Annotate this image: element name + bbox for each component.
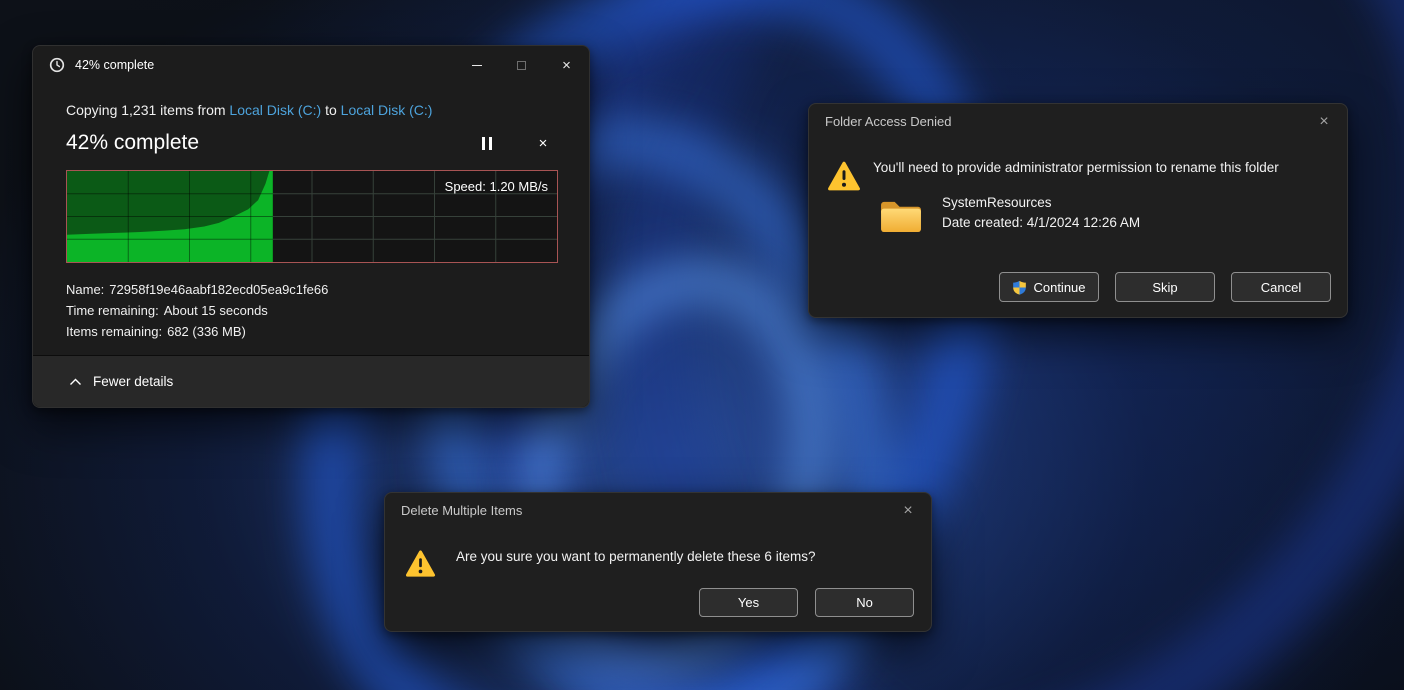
progress-controls: × bbox=[472, 128, 558, 158]
pause-button[interactable] bbox=[472, 128, 502, 158]
skip-button[interactable]: Skip bbox=[1115, 272, 1215, 302]
maximize-button[interactable] bbox=[499, 46, 544, 84]
delete-dialog-titlebar: Delete Multiple Items × bbox=[385, 493, 931, 528]
folder-icon bbox=[879, 197, 924, 234]
folder-dialog-buttons: Continue Skip Cancel bbox=[999, 272, 1331, 302]
yes-button[interactable]: Yes bbox=[699, 588, 798, 617]
cancel-icon: × bbox=[539, 136, 548, 151]
folder-dialog-message: You'll need to provide administrator per… bbox=[873, 160, 1279, 175]
minimize-icon bbox=[472, 65, 482, 66]
pause-icon bbox=[482, 137, 492, 150]
delete-multiple-items-dialog: Delete Multiple Items × Are you sure you… bbox=[384, 492, 932, 632]
fewer-details-toggle[interactable]: Fewer details bbox=[33, 355, 589, 407]
continue-label: Continue bbox=[1033, 280, 1085, 295]
copy-progress-icon bbox=[49, 57, 65, 73]
speed-label: Speed: 1.20 MB/s bbox=[445, 179, 548, 194]
transfer-details: Name:72958f19e46aabf182ecd05ea9c1fe66 Ti… bbox=[66, 279, 556, 342]
maximize-icon bbox=[517, 61, 526, 70]
desktop-wallpaper: 42% complete × Copying 1,231 items from … bbox=[0, 0, 1404, 690]
delete-dialog-close-button[interactable]: × bbox=[891, 494, 925, 528]
fewer-details-label: Fewer details bbox=[93, 374, 173, 389]
no-button[interactable]: No bbox=[815, 588, 914, 617]
copy-titlebar: 42% complete × bbox=[33, 46, 589, 84]
folder-access-denied-dialog: Folder Access Denied × You'll need to pr… bbox=[808, 103, 1348, 318]
delete-dialog-body: Are you sure you want to permanently del… bbox=[385, 528, 931, 631]
warning-icon bbox=[405, 548, 436, 579]
folder-name: SystemResources bbox=[942, 195, 1052, 210]
progress-heading: 42% complete bbox=[66, 131, 199, 155]
close-button[interactable]: × bbox=[544, 46, 589, 84]
folder-dialog-titlebar: Folder Access Denied × bbox=[809, 104, 1347, 139]
uac-shield-icon bbox=[1012, 280, 1027, 295]
detail-time-remaining: Time remaining:About 15 seconds bbox=[66, 300, 556, 321]
disk-link-destination[interactable]: Local Disk (C:) bbox=[341, 102, 433, 118]
progress-heading-row: 42% complete × bbox=[66, 128, 558, 158]
warning-icon bbox=[827, 159, 861, 193]
copy-progress-window: 42% complete × Copying 1,231 items from … bbox=[32, 45, 590, 408]
detail-name: Name:72958f19e46aabf182ecd05ea9c1fe66 bbox=[66, 279, 556, 300]
delete-dialog-title: Delete Multiple Items bbox=[401, 503, 522, 518]
delete-dialog-buttons: Yes No bbox=[699, 588, 914, 617]
speed-chart: Speed: 1.20 MB/s bbox=[66, 170, 558, 263]
copy-summary-line: Copying 1,231 items from Local Disk (C:)… bbox=[66, 102, 556, 118]
folder-dialog-body: You'll need to provide administrator per… bbox=[809, 139, 1347, 317]
copy-summary-connector: to bbox=[321, 102, 340, 118]
close-icon: × bbox=[562, 58, 571, 73]
close-icon: × bbox=[903, 502, 912, 520]
close-icon: × bbox=[1319, 113, 1328, 131]
disk-link-source[interactable]: Local Disk (C:) bbox=[229, 102, 321, 118]
minimize-button[interactable] bbox=[454, 46, 499, 84]
chevron-up-icon bbox=[69, 378, 82, 386]
delete-dialog-message: Are you sure you want to permanently del… bbox=[456, 549, 815, 564]
folder-date-created: Date created: 4/1/2024 12:26 AM bbox=[942, 215, 1140, 230]
copy-summary-prefix: Copying 1,231 items from bbox=[66, 102, 229, 118]
cancel-button[interactable]: Cancel bbox=[1231, 272, 1331, 302]
continue-button[interactable]: Continue bbox=[999, 272, 1099, 302]
window-title: 42% complete bbox=[75, 58, 154, 72]
folder-dialog-title: Folder Access Denied bbox=[825, 114, 951, 129]
cancel-copy-button[interactable]: × bbox=[528, 128, 558, 158]
window-controls: × bbox=[454, 46, 589, 84]
detail-items-remaining: Items remaining:682 (336 MB) bbox=[66, 321, 556, 342]
folder-dialog-close-button[interactable]: × bbox=[1307, 105, 1341, 139]
copy-body: Copying 1,231 items from Local Disk (C:)… bbox=[33, 102, 589, 342]
